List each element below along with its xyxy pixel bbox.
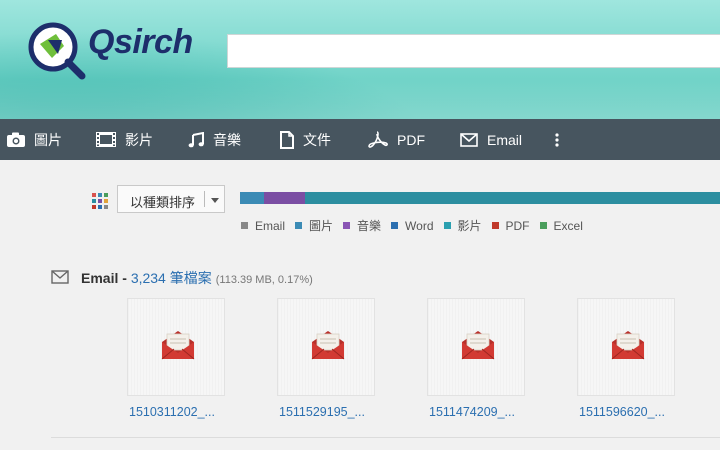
distribution-segment-2[interactable] [304, 192, 720, 204]
search-input[interactable] [227, 34, 720, 68]
pdf-icon [368, 130, 388, 148]
chevron-down-icon [211, 198, 219, 203]
magnifier-logo-icon [28, 22, 86, 80]
legend-label: 音樂 [357, 219, 382, 233]
tab-images-label: 圖片 [34, 131, 62, 148]
file-name-link[interactable]: 1511596620_... [579, 405, 689, 419]
music-icon [188, 131, 204, 147]
legend-item: Excel [539, 217, 583, 234]
file-thumbnail[interactable] [127, 298, 225, 396]
file-name-link[interactable]: 1510311202_... [129, 405, 239, 419]
email-icon [460, 132, 478, 147]
legend-label: Email [255, 218, 286, 233]
film-icon [96, 132, 116, 147]
file-thumbnail[interactable] [427, 298, 525, 396]
legend-label: 影片 [457, 219, 482, 233]
legend-label: Excel [553, 218, 583, 233]
section-header: Email - 3,234 筆檔案 (113.39 MB, 0.17%) [81, 268, 313, 288]
tab-email-label: Email [487, 131, 523, 148]
legend-item: PDF [491, 217, 530, 234]
distribution-segment-1[interactable] [264, 192, 305, 204]
email-file-icon [461, 331, 495, 360]
sort-by-dropdown[interactable]: 以種類排序 [117, 185, 225, 213]
tab-images[interactable]: 圖片 [7, 119, 62, 160]
legend-swatch [241, 222, 248, 229]
legend-item: Word [391, 217, 434, 234]
email-file-icon [611, 331, 645, 360]
tab-documents[interactable]: 文件 [280, 119, 331, 160]
file-type-legend: Email 圖片 音樂 Word 影片 PDF Excel [241, 217, 593, 234]
legend-item: 影片 [443, 217, 482, 234]
legend-label: Word [405, 218, 434, 233]
file-thumbnail[interactable] [277, 298, 375, 396]
document-icon [280, 130, 294, 149]
tab-pdf[interactable]: PDF [368, 119, 425, 160]
legend-item: 音樂 [343, 217, 381, 234]
sort-by-value: 以種類排序 [130, 195, 196, 210]
legend-label: 圖片 [309, 219, 334, 233]
email-section-icon [51, 270, 69, 284]
email-file-icon [161, 331, 195, 360]
section-file-count-link[interactable]: 3,234 筆檔案 [131, 270, 212, 286]
dropdown-separator [204, 191, 205, 207]
legend-swatch [295, 222, 303, 229]
section-divider [51, 437, 720, 438]
more-vertical-icon [555, 132, 559, 147]
file-type-distribution-bar [240, 192, 720, 204]
tab-documents-label: 文件 [303, 131, 331, 148]
qsirch-logo[interactable]: Qsirch [26, 20, 226, 85]
tab-email[interactable]: Email [460, 119, 522, 160]
legend-item: Email [241, 217, 285, 234]
tab-videos-label: 影片 [125, 131, 153, 148]
section-meta: (113.39 MB, 0.17%) [215, 274, 313, 286]
legend-item: 圖片 [295, 217, 333, 234]
email-file-icon [311, 331, 345, 360]
legend-swatch [343, 222, 351, 229]
legend-swatch [539, 222, 547, 229]
logo-text: Qsirch [88, 23, 193, 61]
legend-swatch [391, 222, 399, 229]
section-category: Email [81, 270, 119, 286]
tab-pdf-label: PDF [397, 131, 425, 148]
file-thumbnail[interactable] [577, 298, 675, 396]
tab-music[interactable]: 音樂 [188, 119, 241, 160]
file-name-link[interactable]: 1511474209_... [429, 405, 539, 419]
legend-swatch [443, 222, 451, 229]
distribution-segment-0[interactable] [240, 192, 264, 204]
legend-label: PDF [505, 218, 530, 233]
camera-icon [7, 132, 25, 147]
legend-swatch [491, 222, 499, 229]
section-separator: - [118, 270, 131, 286]
category-toolbar: 圖片 影片 音樂 文件 PDF Email [0, 119, 720, 160]
more-menu-button[interactable] [554, 119, 569, 160]
view-grid-icon[interactable] [92, 193, 108, 209]
tab-videos[interactable]: 影片 [96, 119, 153, 160]
tab-music-label: 音樂 [213, 131, 241, 148]
file-name-link[interactable]: 1511529195_... [279, 405, 389, 419]
